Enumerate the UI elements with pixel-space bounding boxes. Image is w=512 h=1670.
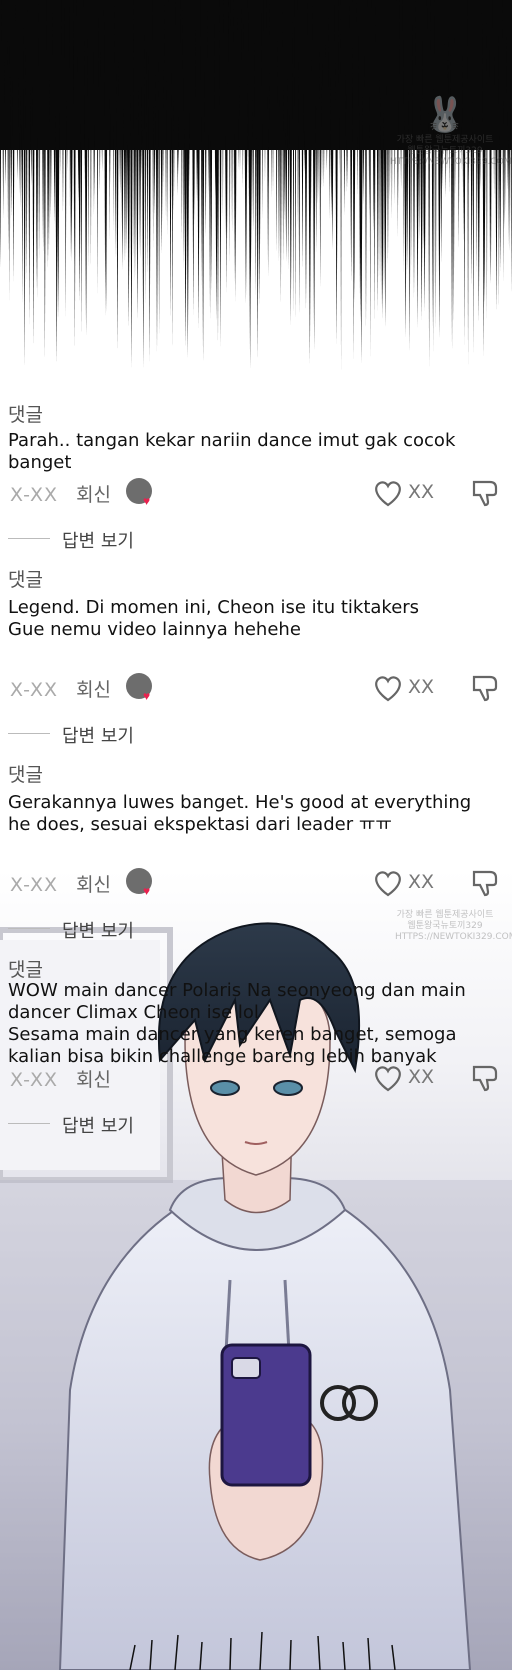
like-count: XX (408, 871, 435, 893)
watermark-rabbit-icon: 🐰 (423, 95, 467, 135)
comment-text-line: Gue nemu video lainnya hehehe (8, 619, 301, 640)
like-count: XX (408, 676, 435, 698)
reply-divider (8, 1123, 50, 1124)
comment-meta: X-XX 회신 (10, 675, 111, 702)
view-replies-link[interactable]: 답변 보기 (62, 722, 134, 748)
like-heart-icon[interactable] (372, 1063, 404, 1093)
comment-text: Gerakannya luwes banget. He's good at ev… (8, 792, 498, 836)
speed-lines-art (0, 0, 512, 375)
comment-text: Parah.. tangan kekar nariin dance imut g… (8, 430, 456, 473)
dislike-thumb-icon[interactable] (470, 673, 500, 703)
comment-text-line: WOW main dancer Polaris Na seonyeong dan… (8, 980, 466, 1001)
heart-badge-icon: ♥ (143, 494, 151, 508)
comment-header: 댓글 (8, 959, 43, 981)
comment-meta: X-XX 회신 (10, 480, 111, 507)
watermark-mid-line2: 웹툰왕국뉴토끼329 (407, 921, 483, 931)
reply-link[interactable]: 회신 (76, 874, 111, 896)
like-count: XX (408, 1066, 435, 1088)
avatar: ♥ (126, 478, 152, 508)
reply-divider (8, 538, 50, 539)
comment-date: X-XX (10, 874, 59, 896)
watermark-middle: 가장 빠른 웹툰제공사이트 웹툰왕국뉴토끼329 HTTPS://NEWTOKI… (395, 910, 512, 943)
comment-header: 댓글 (8, 404, 43, 426)
reply-link[interactable]: 회신 (76, 679, 111, 701)
dislike-thumb-icon[interactable] (470, 1063, 500, 1093)
reply-divider (8, 928, 50, 929)
comment-date: X-XX (10, 484, 59, 506)
reply-divider (8, 733, 50, 734)
watermark-top: 🐰 가장 빠른 웹툰제공사이트 웹툰왕국뉴토끼329 HTTPS://NEWTO… (390, 95, 512, 168)
comment-header: 댓글 (8, 764, 43, 786)
watermark-line3: HTTPS://NEWTOKI329.COM (390, 157, 512, 167)
avatar: ♥ (126, 673, 152, 703)
heart-badge-icon: ♥ (143, 884, 151, 898)
dislike-thumb-icon[interactable] (470, 478, 500, 508)
reply-link[interactable]: 회신 (76, 484, 111, 506)
comment-header: 댓글 (8, 569, 43, 591)
comment-text-line: he does, sesuai ekspektasi dari leader ㅠ… (8, 814, 392, 835)
comment-text-line: dancer Climax Cheon ise lol (8, 1002, 259, 1023)
comment-date: X-XX (10, 679, 59, 701)
comment-text-line: Legend. Di momen ini, Cheon ise itu tikt… (8, 597, 420, 618)
like-heart-icon[interactable] (372, 478, 404, 508)
comment-text-line: Gerakannya luwes banget. He's good at ev… (8, 792, 472, 813)
speed-lines-panel: 🐰 가장 빠른 웹툰제공사이트 웹툰왕국뉴토끼329 HTTPS://NEWTO… (0, 0, 512, 375)
comment-meta: X-XX 회신 (10, 870, 111, 897)
view-replies-link[interactable]: 답변 보기 (62, 917, 134, 943)
watermark-mid-line1: 가장 빠른 웹툰제공사이트 (396, 910, 494, 920)
watermark-line2: 웹툰왕국뉴토끼329 (407, 146, 483, 156)
comment-text: Legend. Di momen ini, Cheon ise itu tikt… (8, 597, 498, 641)
like-heart-icon[interactable] (372, 868, 404, 898)
view-replies-link[interactable]: 답변 보기 (62, 527, 134, 553)
avatar: ♥ (126, 868, 152, 898)
like-count: XX (408, 481, 435, 503)
watermark-mid-line3: HTTPS://NEWTOKI329.COM (395, 932, 512, 942)
dislike-thumb-icon[interactable] (470, 868, 500, 898)
watermark-line1: 가장 빠른 웹툰제공사이트 (396, 135, 494, 145)
comment-meta: X-XX 회신 (10, 1065, 111, 1092)
heart-badge-icon: ♥ (143, 689, 151, 703)
view-replies-link[interactable]: 답변 보기 (62, 1112, 134, 1138)
comment-date: X-XX (10, 1069, 59, 1091)
comment-text: WOW main dancer Polaris Na seonyeong dan… (8, 980, 498, 1068)
like-heart-icon[interactable] (372, 673, 404, 703)
comment-text-line: Sesama main dancer yang keren banget, se… (8, 1024, 457, 1045)
reply-link[interactable]: 회신 (76, 1069, 111, 1091)
